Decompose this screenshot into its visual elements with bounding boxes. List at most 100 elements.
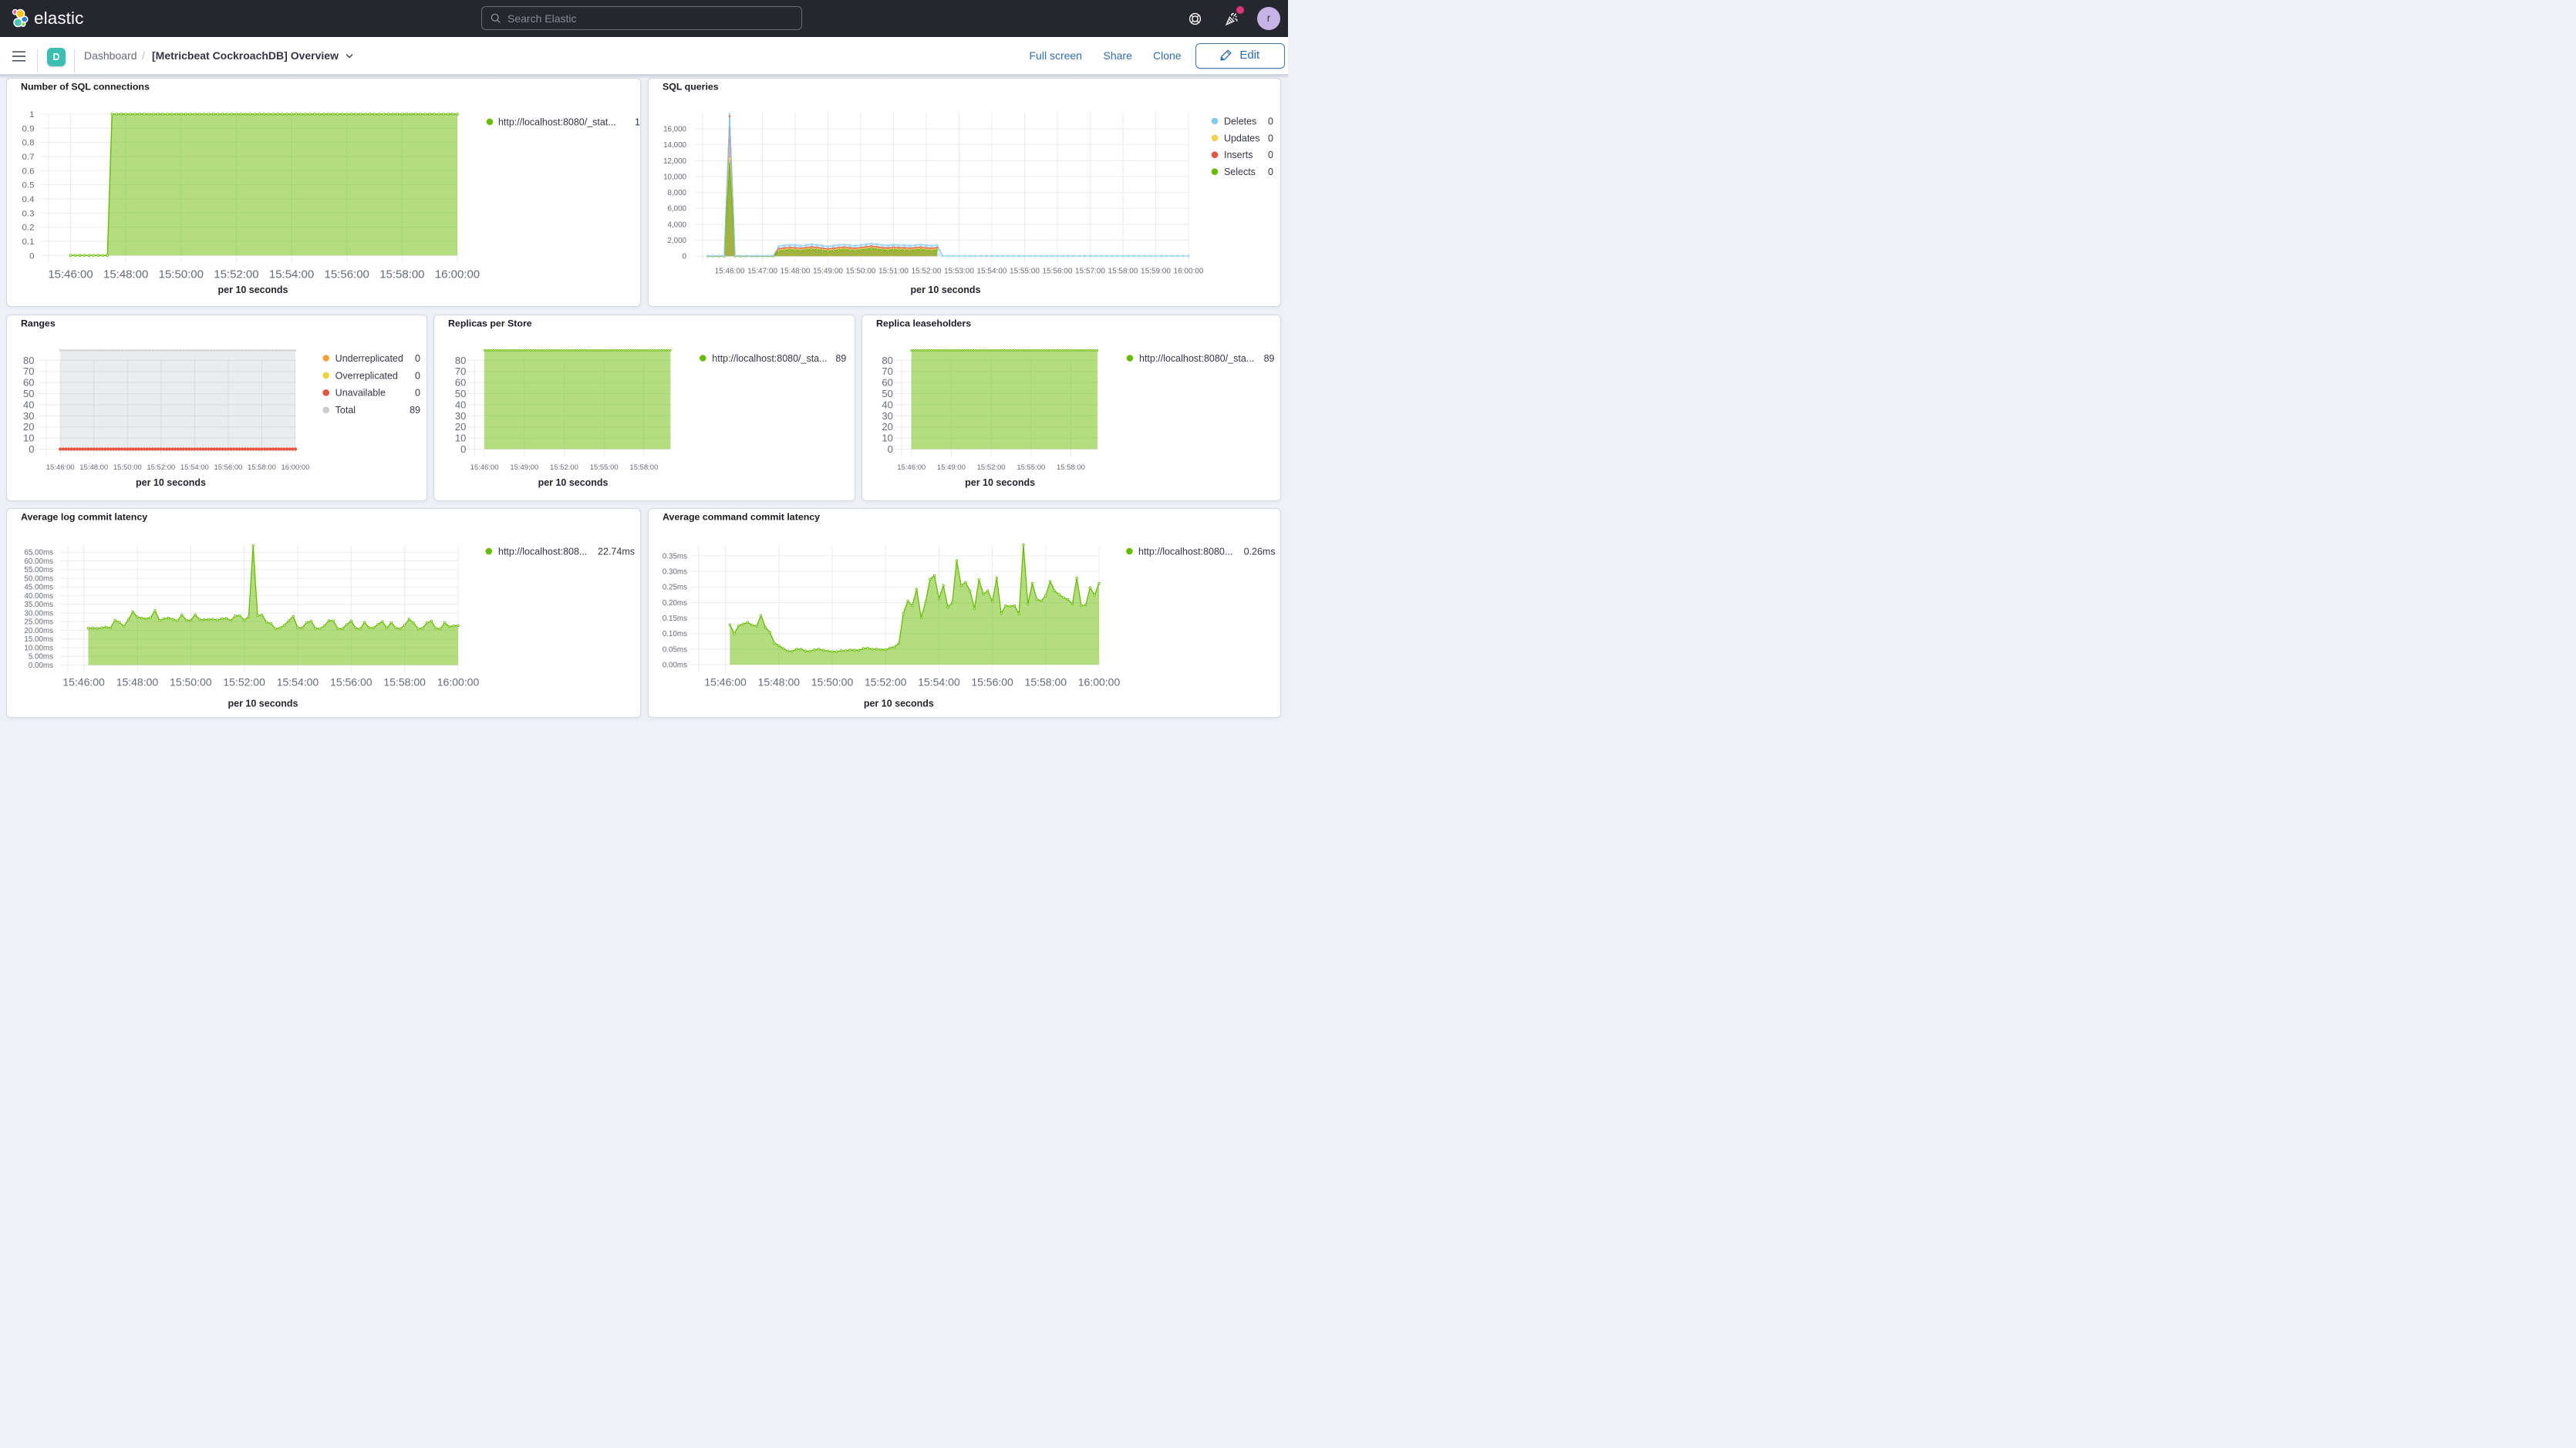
svg-text:15:48:00: 15:48:00 [103,268,148,281]
svg-text:15:55:00: 15:55:00 [589,463,618,471]
svg-text:0: 0 [1268,116,1273,126]
svg-text:50: 50 [23,388,34,399]
svg-text:0.5: 0.5 [22,180,35,190]
svg-text:40: 40 [882,399,892,410]
svg-text:Average log commit latency: Average log commit latency [21,511,147,522]
svg-text:15:58:00: 15:58:00 [1025,675,1067,688]
svg-text:22.74ms: 22.74ms [598,546,635,557]
svg-text:15:58:00: 15:58:00 [383,675,426,688]
svg-text:89: 89 [410,405,420,416]
svg-text:15:54:00: 15:54:00 [277,675,319,688]
svg-text:Replica leaseholders: Replica leaseholders [876,318,971,328]
svg-text:10: 10 [882,432,892,443]
svg-text:15:56:00: 15:56:00 [325,268,369,281]
svg-text:14,000: 14,000 [663,141,686,150]
svg-text:15:58:00: 15:58:00 [1057,463,1085,471]
svg-text:per 10 seconds: per 10 seconds [864,698,934,709]
svg-text:15:49:00: 15:49:00 [510,463,538,471]
svg-text:16:00:00: 16:00:00 [1078,675,1121,688]
svg-text:15:52:00: 15:52:00 [214,268,258,281]
svg-text:70: 70 [23,365,34,377]
svg-text:89: 89 [1264,352,1275,363]
svg-text:30: 30 [455,409,466,421]
svg-text:89: 89 [835,352,846,363]
svg-text:25.00ms: 25.00ms [24,618,53,626]
svg-text:20: 20 [23,421,34,433]
svg-text:15:49:00: 15:49:00 [937,463,966,471]
svg-text:15:50:00: 15:50:00 [170,675,212,688]
svg-text:15:55:00: 15:55:00 [1010,267,1040,275]
svg-text:0.2: 0.2 [22,223,35,232]
svg-text:16,000: 16,000 [663,125,686,133]
svg-text:30: 30 [23,409,34,421]
svg-text:0: 0 [460,443,466,455]
svg-text:Number of SQL connections: Number of SQL connections [21,81,150,92]
svg-text:Inserts: Inserts [1224,150,1253,160]
svg-text:15:50:00: 15:50:00 [846,267,876,275]
svg-text:0: 0 [415,387,420,398]
svg-text:10: 10 [23,432,34,443]
svg-text:15:51:00: 15:51:00 [878,267,909,275]
svg-text:http://localhost:8080/_stat...: http://localhost:8080/_stat... [498,116,616,127]
svg-text:0: 0 [415,352,420,363]
svg-text:40.00ms: 40.00ms [24,591,53,600]
svg-text:4,000: 4,000 [668,221,687,229]
svg-text:65.00ms: 65.00ms [24,548,53,557]
svg-text:0.1: 0.1 [22,237,35,246]
svg-text:0.00ms: 0.00ms [29,661,53,669]
svg-text:Deletes: Deletes [1224,116,1256,126]
svg-text:0.6: 0.6 [22,167,35,176]
svg-text:8,000: 8,000 [668,189,687,197]
svg-text:15:50:00: 15:50:00 [113,463,142,471]
svg-text:15:46:00: 15:46:00 [897,463,926,471]
svg-text:http://localhost:8080/_sta...: http://localhost:8080/_sta... [1139,352,1254,363]
svg-text:70: 70 [882,365,892,377]
svg-text:15:46:00: 15:46:00 [46,463,75,471]
svg-text:15:50:00: 15:50:00 [159,268,204,281]
svg-text:Selects: Selects [1224,167,1256,177]
svg-text:0.10ms: 0.10ms [663,630,687,638]
svg-text:6,000: 6,000 [668,204,687,213]
svg-text:80: 80 [882,354,892,365]
svg-text:15:54:00: 15:54:00 [918,675,960,688]
svg-text:15:52:00: 15:52:00 [223,675,265,688]
svg-text:55.00ms: 55.00ms [24,566,53,574]
svg-text:per 10 seconds: per 10 seconds [965,476,1035,487]
svg-text:80: 80 [23,354,34,365]
svg-text:15.00ms: 15.00ms [24,635,53,644]
svg-text:0: 0 [415,370,420,381]
svg-text:per 10 seconds: per 10 seconds [228,698,298,709]
svg-text:15:53:00: 15:53:00 [944,267,974,275]
svg-text:0.7: 0.7 [22,152,35,161]
svg-text:0.25ms: 0.25ms [663,583,687,591]
svg-text:0.30ms: 0.30ms [663,567,687,576]
svg-text:Replicas per Store: Replicas per Store [448,318,532,328]
svg-text:0: 0 [1268,167,1273,177]
svg-text:0.20ms: 0.20ms [663,598,687,607]
svg-text:20.00ms: 20.00ms [24,626,53,635]
svg-text:10,000: 10,000 [663,173,686,181]
svg-text:Average command commit latency: Average command commit latency [663,511,820,522]
svg-text:15:58:00: 15:58:00 [1108,267,1138,275]
svg-text:15:47:00: 15:47:00 [747,267,777,275]
svg-text:15:52:00: 15:52:00 [147,463,175,471]
svg-text:16:00:00: 16:00:00 [437,675,480,688]
svg-text:15:56:00: 15:56:00 [214,463,242,471]
svg-text:60: 60 [23,376,34,388]
svg-text:15:57:00: 15:57:00 [1075,267,1105,275]
svg-text:15:56:00: 15:56:00 [330,675,373,688]
svg-text:SQL queries: SQL queries [663,81,719,92]
svg-text:per 10 seconds: per 10 seconds [218,284,288,295]
svg-text:15:48:00: 15:48:00 [116,675,159,688]
svg-text:0.3: 0.3 [22,209,35,218]
svg-text:70: 70 [455,365,466,377]
svg-text:15:54:00: 15:54:00 [977,267,1007,275]
svg-text:0: 0 [1268,150,1273,160]
svg-text:15:49:00: 15:49:00 [813,267,843,275]
svg-text:1: 1 [29,110,34,120]
svg-text:0.35ms: 0.35ms [663,552,687,561]
svg-text:10: 10 [455,432,466,443]
svg-text:0.9: 0.9 [22,124,35,133]
svg-text:15:46:00: 15:46:00 [48,268,93,281]
svg-text:Ranges: Ranges [21,318,56,328]
